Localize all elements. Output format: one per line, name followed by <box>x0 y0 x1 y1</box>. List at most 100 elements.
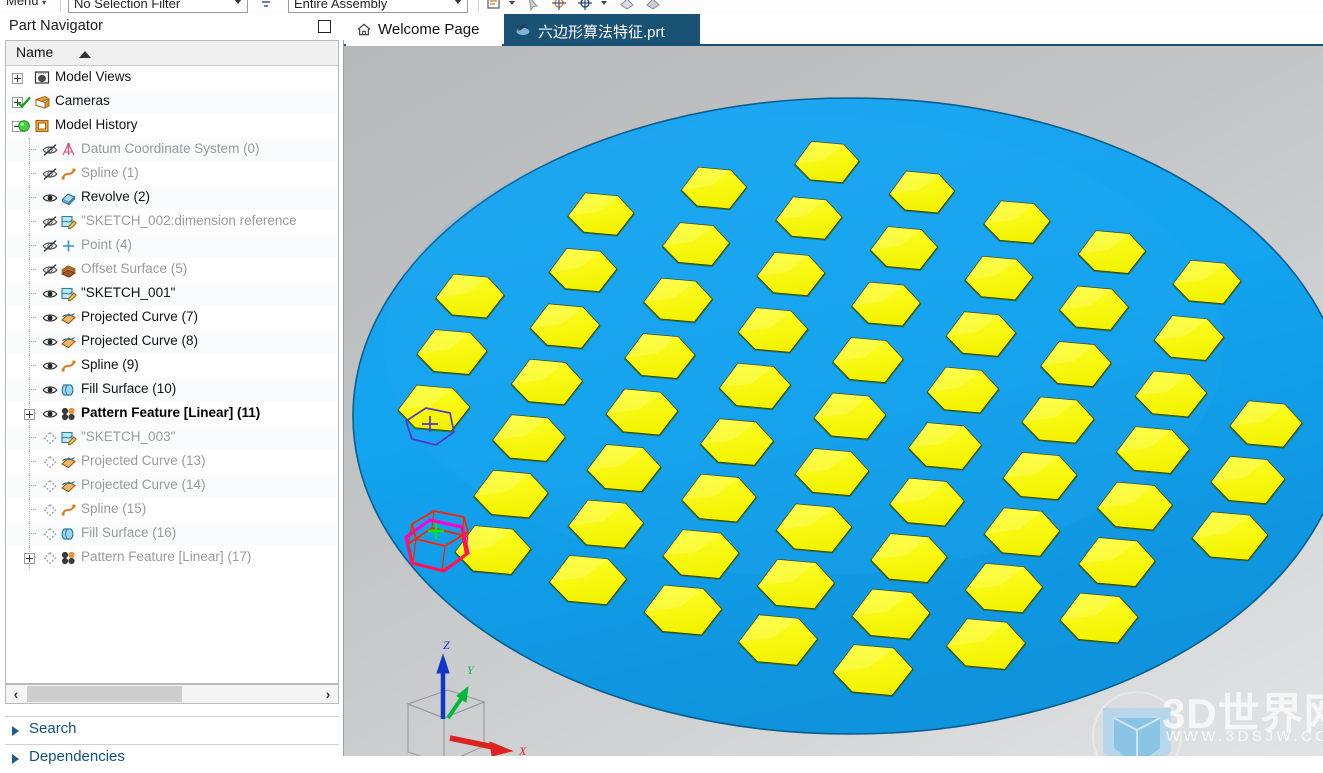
tree-row[interactable]: Projected Curve (7) <box>6 306 338 330</box>
tree-row-label: Fill Surface (16) <box>81 525 177 540</box>
visibility-indicator[interactable] <box>16 119 32 133</box>
tree-row[interactable]: Pattern Feature [Linear] (11) <box>6 402 338 426</box>
shaded-view-icon[interactable] <box>618 0 636 14</box>
visibility-indicator[interactable] <box>42 287 58 301</box>
tree-horizontal-scrollbar[interactable]: ‹ › <box>5 684 339 704</box>
watermark: 3D世界网 WWW.3DSJW.COM <box>1054 682 1323 752</box>
section-search[interactable]: Search <box>5 716 339 745</box>
visibility-indicator[interactable] <box>42 311 58 325</box>
assembly-scope-combo[interactable]: Entire Assembly <box>288 0 468 13</box>
tree-row[interactable]: "SKETCH_001" <box>6 282 338 306</box>
tree-row[interactable]: Offset Surface (5) <box>6 258 338 282</box>
tree-row[interactable]: "SKETCH_003" <box>6 426 338 450</box>
tree-guide-line <box>29 498 30 522</box>
close-icon[interactable]: ✕ <box>741 20 754 38</box>
tree-row[interactable]: "SKETCH_002:dimension reference <box>6 210 338 234</box>
sort-ascending-icon[interactable] <box>79 51 91 58</box>
projected-curve-icon <box>60 454 77 470</box>
snap-center-icon[interactable] <box>576 0 594 14</box>
tree-row[interactable]: Model Views <box>6 66 338 90</box>
selection-filter-combo[interactable]: No Selection Filter <box>68 0 248 13</box>
axis-label-z: Z <box>443 638 450 652</box>
section-dependencies[interactable]: Dependencies <box>5 744 339 773</box>
spline-icon <box>60 358 77 374</box>
offset-surface-icon <box>60 262 77 278</box>
visibility-indicator[interactable] <box>42 263 58 277</box>
visibility-indicator[interactable] <box>42 455 58 469</box>
save-icon[interactable] <box>720 22 733 37</box>
tree-row[interactable]: Model History <box>6 114 338 138</box>
tree-row[interactable]: Spline (15) <box>6 498 338 522</box>
tree-row[interactable]: Spline (9) <box>6 354 338 378</box>
tree-row-label: Pattern Feature [Linear] (17) <box>81 549 252 564</box>
visibility-indicator[interactable] <box>16 71 32 85</box>
pattern-feature-icon <box>60 550 77 566</box>
tree-row-label: Model History <box>55 117 138 132</box>
tree-row-label: Pattern Feature [Linear] (11) <box>81 405 261 420</box>
visibility-indicator[interactable] <box>42 407 58 421</box>
graphics-viewport[interactable]: Z Y X 3D世界网 WWW.3DSJW.COM <box>344 46 1323 756</box>
tree-row[interactable]: Projected Curve (14) <box>6 474 338 498</box>
visibility-indicator[interactable] <box>42 191 58 205</box>
chevron-left-icon[interactable]: ‹ <box>6 685 26 703</box>
visibility-indicator[interactable] <box>42 431 58 445</box>
part-file-icon <box>515 22 532 38</box>
tree-guide-line <box>29 426 30 450</box>
tree-row-label: "SKETCH_001" <box>81 285 176 300</box>
tree-guide-tick <box>29 533 36 534</box>
tree-row[interactable]: Cameras <box>6 90 338 114</box>
selection-filter-icon[interactable] <box>258 0 274 14</box>
visibility-indicator[interactable] <box>42 527 58 541</box>
tab-part-file[interactable]: 六边形算法特征.prt ✕ <box>504 14 754 46</box>
toolbar-separator-2 <box>478 0 479 12</box>
tree-row[interactable]: Datum Coordinate System (0) <box>6 138 338 162</box>
tree-guide-tick <box>29 365 36 366</box>
visibility-indicator[interactable] <box>42 167 58 181</box>
tree-guide-tick <box>29 293 36 294</box>
visibility-indicator[interactable] <box>42 335 58 349</box>
tree-column-header[interactable]: Name <box>6 41 338 66</box>
tree-guide-tick <box>29 437 36 438</box>
scrollbar-thumb[interactable] <box>27 686 182 702</box>
chevron-right-icon[interactable]: › <box>318 685 338 703</box>
expand-toggle[interactable] <box>24 553 35 564</box>
pattern-feature-icon <box>60 406 77 422</box>
tab-welcome-page[interactable]: Welcome Page <box>346 14 502 46</box>
spline-icon <box>60 502 77 518</box>
visibility-indicator[interactable] <box>42 239 58 253</box>
chevron-down-icon <box>234 0 242 4</box>
expand-toggle[interactable] <box>24 409 35 420</box>
chevron-down-icon[interactable] <box>508 0 516 14</box>
model-render <box>352 97 1323 756</box>
visibility-indicator[interactable] <box>16 95 32 109</box>
tree-row-label: Datum Coordinate System (0) <box>81 141 260 156</box>
selection-tool-icon[interactable] <box>526 0 544 14</box>
tree-guide-line <box>29 210 30 234</box>
tree-guide-line <box>29 186 30 210</box>
visibility-indicator[interactable] <box>42 359 58 373</box>
visibility-indicator[interactable] <box>42 479 58 493</box>
tree-row[interactable]: Point (4) <box>6 234 338 258</box>
tree-row[interactable]: Fill Surface (16) <box>6 522 338 546</box>
axis-y <box>446 685 469 720</box>
tree-row[interactable]: Projected Curve (8) <box>6 330 338 354</box>
tree-row[interactable]: Pattern Feature [Linear] (17) <box>6 546 338 570</box>
tree-guide-tick <box>29 173 36 174</box>
tree-row[interactable]: Spline (1) <box>6 162 338 186</box>
visibility-indicator[interactable] <box>42 503 58 517</box>
tree-row[interactable]: Projected Curve (13) <box>6 450 338 474</box>
menu-button[interactable]: Menu ▾ <box>6 0 46 8</box>
visibility-indicator[interactable] <box>42 143 58 157</box>
tree-row-label: "SKETCH_002:dimension reference <box>81 213 297 228</box>
tree-row[interactable]: Revolve (2) <box>6 186 338 210</box>
snap-point-icon[interactable] <box>550 0 568 14</box>
chevron-down-icon[interactable] <box>600 0 608 14</box>
dock-pin-icon[interactable] <box>318 20 331 33</box>
visibility-indicator[interactable] <box>42 215 58 229</box>
wireframe-view-icon[interactable] <box>644 0 662 14</box>
tree-row[interactable]: Fill Surface (10) <box>6 378 338 402</box>
visibility-indicator[interactable] <box>42 551 58 565</box>
display-mode-icon[interactable] <box>486 0 502 14</box>
orientation-cube-icon <box>406 689 486 756</box>
visibility-indicator[interactable] <box>42 383 58 397</box>
